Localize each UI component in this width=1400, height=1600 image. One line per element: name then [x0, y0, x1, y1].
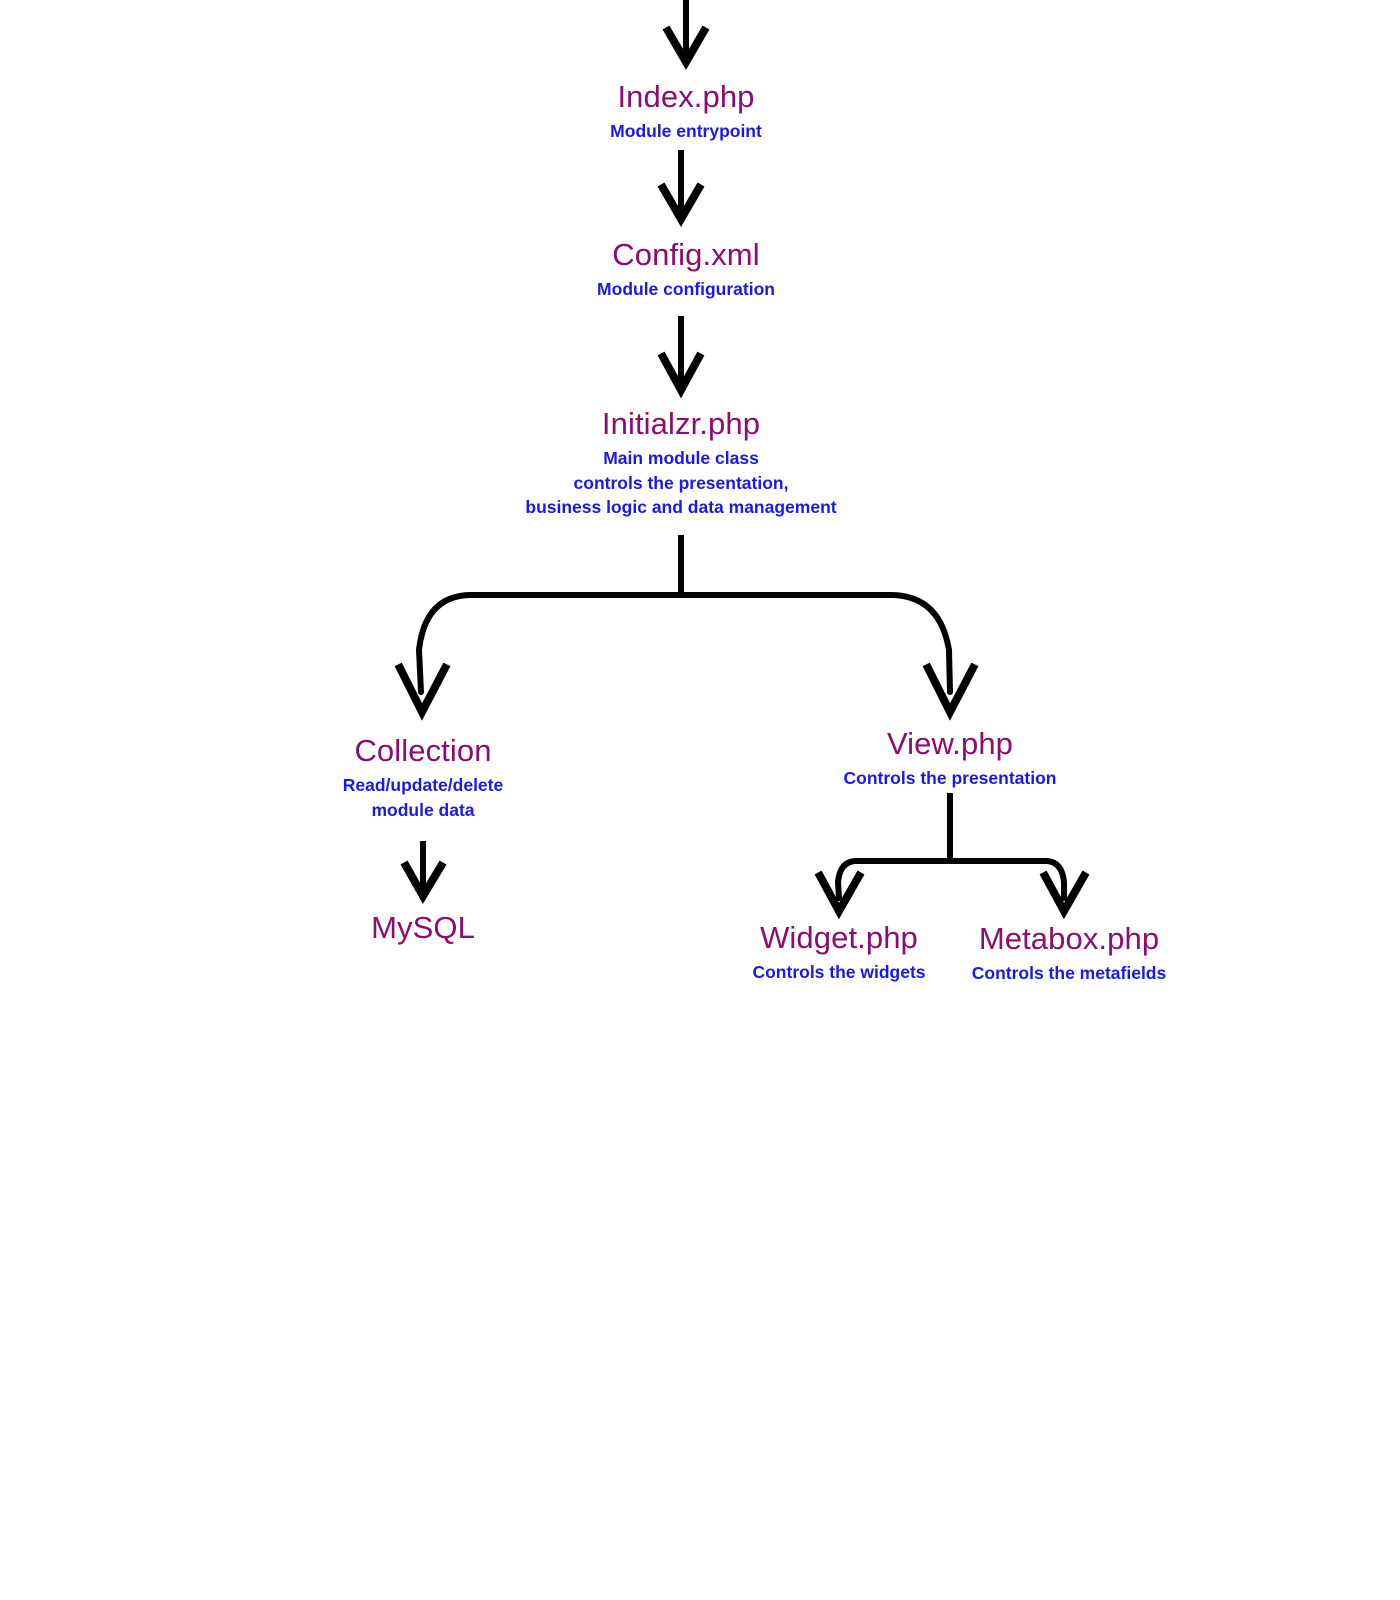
node-metabox-title: Metabox.php [978, 921, 1160, 956]
connector-index-to-config [657, 150, 705, 227]
connector-config-to-initialzr [657, 316, 705, 399]
node-collection-description: Read/update/delete module data [343, 773, 503, 823]
connector-collection-to-mysql [400, 841, 447, 904]
node-view-description: Controls the presentation [844, 766, 1057, 791]
connector-view-split [814, 793, 1090, 920]
node-metabox: Metabox.php Controls the metafields [972, 921, 1166, 986]
node-widget-description: Controls the widgets [752, 960, 925, 985]
node-collection: Collection Read/update/delete module dat… [343, 733, 503, 823]
node-mysql: MySQL [371, 910, 475, 946]
node-view: View.php Controls the presentation [844, 726, 1057, 791]
node-view-title: View.php [886, 726, 1014, 761]
node-config-title: Config.xml [612, 237, 760, 272]
node-metabox-description: Controls the metafields [972, 961, 1166, 986]
node-widget-title: Widget.php [760, 920, 918, 955]
node-index: Index.php Module entrypoint [610, 79, 762, 144]
node-initialzr-description: Main module class controls the presentat… [525, 446, 836, 521]
node-view-description-line: Controls the presentation [843, 767, 1057, 788]
node-metabox-description-line: Controls the metafields [971, 962, 1167, 983]
connector-initialzr-split [394, 535, 979, 721]
node-mysql-title: MySQL [371, 910, 475, 945]
node-initialzr-description-line: business logic and data management [525, 497, 837, 518]
node-widget: Widget.php Controls the widgets [752, 920, 925, 985]
node-index-title: Index.php [617, 79, 755, 114]
node-collection-title: Collection [354, 733, 492, 768]
node-initialzr-title: Initialzr.php [601, 406, 761, 441]
connector-entry-to-index [662, 0, 710, 70]
node-index-description-line: Module entrypoint [610, 120, 762, 141]
node-initialzr: Initialzr.php Main module class controls… [525, 406, 836, 521]
node-initialzr-description-line: Main module class [603, 447, 759, 468]
flowchart-diagram: Index.php Module entrypoint Config.xml M… [0, 0, 1400, 1600]
node-initialzr-description-line: controls the presentation, [573, 472, 789, 493]
node-config-description-line: Module configuration [597, 278, 775, 299]
node-widget-description-line: Controls the widgets [752, 961, 926, 982]
node-collection-description-line: module data [371, 799, 475, 820]
node-config: Config.xml Module configuration [597, 237, 775, 302]
node-index-description: Module entrypoint [610, 119, 762, 144]
node-collection-description-line: Read/update/delete [342, 774, 504, 795]
node-config-description: Module configuration [597, 277, 775, 302]
